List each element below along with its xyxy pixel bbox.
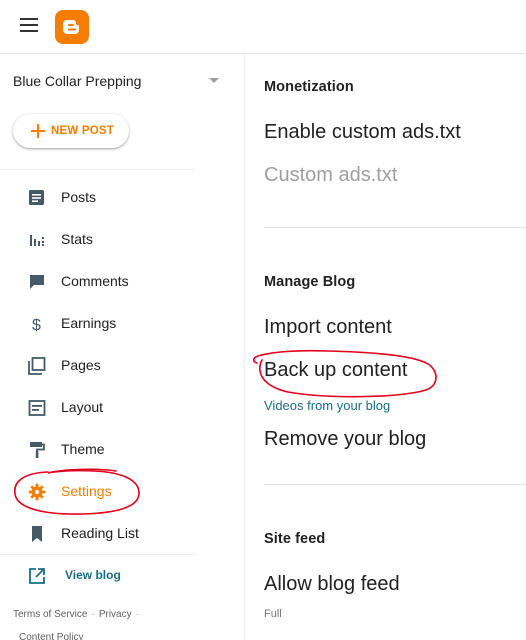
- sidebar-item-settings[interactable]: Settings: [0, 470, 196, 512]
- svg-text:$: $: [32, 317, 41, 333]
- blog-name: Blue Collar Prepping: [13, 73, 142, 89]
- back-up-content-setting[interactable]: Back up content: [264, 359, 407, 382]
- videos-from-your-blog-link[interactable]: Videos from your blog: [264, 398, 390, 413]
- section-title-monetization: Monetization: [264, 79, 354, 95]
- sidebar-nav: Posts Stats Comments $ Earnings Pages La…: [0, 176, 196, 554]
- external-link-icon: [28, 567, 46, 590]
- sidebar-item-comments[interactable]: Comments: [0, 260, 196, 302]
- sidebar-item-earnings[interactable]: $ Earnings: [0, 302, 196, 344]
- sidebar-item-label: Reading List: [61, 525, 139, 541]
- plus-icon: [31, 124, 45, 138]
- pages-icon: [28, 357, 46, 375]
- allow-blog-feed-value: Full: [264, 608, 282, 620]
- sidebar-item-label: Earnings: [61, 315, 117, 331]
- sidebar-item-label: Theme: [61, 441, 105, 457]
- allow-blog-feed-setting[interactable]: Allow blog feed: [264, 573, 400, 596]
- sidebar-item-posts[interactable]: Posts: [0, 176, 196, 218]
- privacy-link[interactable]: Privacy: [99, 609, 132, 620]
- sidebar-item-label: Posts: [61, 189, 97, 205]
- sidebar: Blue Collar Prepping NEW POST Posts Stat…: [0, 54, 245, 640]
- dollar-icon: $: [28, 315, 46, 334]
- new-post-label: NEW POST: [51, 125, 114, 137]
- sidebar-item-label: Layout: [61, 399, 104, 415]
- blogger-settings-screen: Blue Collar Prepping NEW POST Posts Stat…: [0, 0, 526, 640]
- blog-selector[interactable]: Blue Collar Prepping: [13, 72, 223, 94]
- custom-ads-txt-setting: Custom ads.txt: [264, 164, 398, 186]
- terms-of-service-link[interactable]: Terms of Service: [13, 609, 87, 620]
- content-policy-link[interactable]: Content Policy: [19, 632, 83, 640]
- sidebar-item-pages[interactable]: Pages: [0, 344, 196, 386]
- footer-separator: ·: [91, 609, 95, 620]
- section-title-manage-blog: Manage Blog: [264, 274, 356, 290]
- new-post-button[interactable]: NEW POST: [13, 114, 129, 148]
- sidebar-item-label: Pages: [61, 357, 101, 373]
- paint-roller-icon: [28, 441, 46, 459]
- sidebar-item-label: Stats: [61, 231, 93, 247]
- sidebar-item-layout[interactable]: Layout: [0, 386, 196, 428]
- stats-icon: [28, 231, 46, 249]
- enable-custom-ads-txt-setting[interactable]: Enable custom ads.txt: [264, 121, 461, 144]
- blogger-logo-icon[interactable]: [55, 10, 89, 44]
- gear-icon: [28, 483, 46, 501]
- posts-icon: [28, 189, 46, 207]
- sidebar-divider: [0, 169, 196, 170]
- section-divider: [264, 484, 526, 485]
- caret-down-icon: [209, 78, 219, 83]
- view-blog-link[interactable]: View blog: [0, 559, 196, 591]
- layout-icon: [28, 399, 46, 417]
- remove-your-blog-setting[interactable]: Remove your blog: [264, 428, 426, 451]
- import-content-setting[interactable]: Import content: [264, 316, 392, 339]
- view-blog-label: View blog: [65, 568, 121, 582]
- sidebar-item-reading-list[interactable]: Reading List: [0, 512, 196, 554]
- footer-separator: ·: [135, 609, 139, 620]
- footer-links: Terms of Service · Privacy · Content Policy: [13, 603, 203, 640]
- sidebar-divider: [0, 554, 196, 555]
- section-divider: [264, 227, 526, 228]
- top-bar: [0, 0, 526, 54]
- bookmark-icon: [28, 525, 46, 543]
- sidebar-item-label: Settings: [61, 483, 112, 499]
- comments-icon: [28, 273, 46, 291]
- sidebar-item-theme[interactable]: Theme: [0, 428, 196, 470]
- section-title-site-feed: Site feed: [264, 531, 326, 547]
- sidebar-item-stats[interactable]: Stats: [0, 218, 196, 260]
- sidebar-item-label: Comments: [61, 273, 129, 289]
- hamburger-menu-icon[interactable]: [20, 18, 38, 32]
